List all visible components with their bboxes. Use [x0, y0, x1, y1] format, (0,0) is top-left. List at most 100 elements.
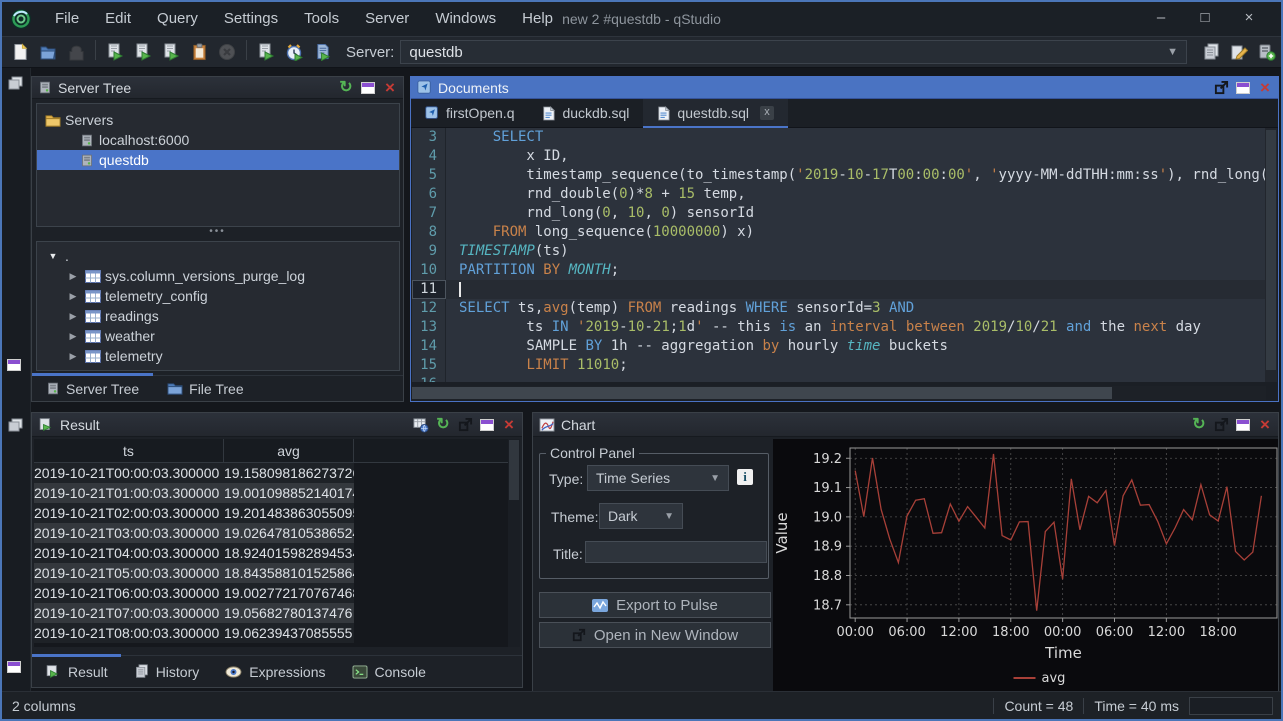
close-button[interactable]: × — [1227, 2, 1271, 34]
editor-line-5[interactable]: 5 timestamp_sequence(to_timestamp('2019-… — [412, 166, 1266, 185]
table-row[interactable]: 2019-10-21T00:00:03.30000019.15809818627… — [34, 463, 510, 483]
table-row[interactable]: 2019-10-21T05:00:03.30000018.84358810152… — [34, 563, 510, 583]
editor-line-4[interactable]: 4 x ID, — [412, 147, 1266, 166]
popout-panel-icon[interactable] — [1212, 80, 1230, 96]
editor-vertical-scrollbar[interactable] — [1265, 128, 1277, 382]
tree-node-table-readings[interactable]: ▶readings — [37, 306, 399, 326]
popout-panel-icon[interactable] — [1212, 417, 1230, 433]
maximize-button[interactable]: □ — [1183, 2, 1227, 34]
maximize-panel-icon[interactable] — [1234, 80, 1252, 96]
editor-line-11[interactable]: 11 — [412, 280, 1266, 299]
new-document-button[interactable] — [7, 40, 33, 64]
collapse-icon[interactable]: ▶ — [65, 271, 81, 282]
minimize-button[interactable]: – — [1139, 2, 1183, 34]
chart-type-select[interactable]: Time Series ▼ — [587, 465, 729, 491]
table-row[interactable]: 2019-10-21T07:00:03.30000019.05682780137… — [34, 603, 510, 623]
maximize-panel-icon[interactable] — [1234, 417, 1252, 433]
tree-node-table-telemetry[interactable]: ▶telemetry — [37, 346, 399, 366]
export-to-pulse-button[interactable]: Export to Pulse — [539, 592, 771, 618]
collapse-icon[interactable]: ▶ — [65, 351, 81, 362]
collapse-icon[interactable]: ▶ — [65, 331, 81, 342]
tab-console[interactable]: Console — [339, 656, 439, 687]
menu-help[interactable]: Help — [509, 10, 566, 27]
menu-settings[interactable]: Settings — [211, 10, 291, 27]
cancel-query-button[interactable] — [214, 40, 240, 64]
result-vertical-scrollbar[interactable] — [508, 439, 520, 647]
collapse-icon[interactable]: ▶ — [65, 291, 81, 302]
column-header-avg[interactable]: avg — [224, 439, 354, 462]
editor-line-8[interactable]: 8 FROM long_sequence(10000000) x) — [412, 223, 1266, 242]
close-panel-icon[interactable]: × — [1256, 417, 1274, 433]
menu-edit[interactable]: Edit — [92, 10, 144, 27]
table-row[interactable]: 2019-10-21T06:00:03.30000019.00277217076… — [34, 583, 510, 603]
tree-node-table-telemetry-config[interactable]: ▶telemetry_config — [37, 286, 399, 306]
execute-line-button[interactable] — [130, 40, 156, 64]
tab-history[interactable]: History — [121, 656, 213, 687]
table-row[interactable]: 2019-10-21T02:00:03.30000019.20148386305… — [34, 503, 510, 523]
info-icon[interactable]: i — [737, 469, 753, 485]
table-row[interactable]: 2019-10-21T08:00:03.30000019.06239437085… — [34, 623, 510, 643]
copy-documents-button[interactable] — [1198, 40, 1224, 64]
editor-line-13[interactable]: 13 ts IN '2019-10-21;1d' -- this is an i… — [412, 318, 1266, 337]
tab-result[interactable]: Result — [32, 656, 121, 687]
refresh-icon[interactable]: ↻ — [434, 417, 452, 433]
close-panel-icon[interactable]: × — [500, 417, 518, 433]
tree-node-schema-root[interactable]: ▼. — [37, 246, 399, 266]
tab-server-tree[interactable]: Server Tree — [32, 376, 153, 401]
column-header-ts[interactable]: ts — [34, 439, 224, 462]
refresh-icon[interactable]: ↻ — [1190, 417, 1208, 433]
editor-line-9[interactable]: 9TIMESTAMP(ts) — [412, 242, 1266, 261]
restore-panels-icon[interactable] — [7, 418, 25, 434]
tab-file-tree[interactable]: File Tree — [153, 376, 257, 401]
table-row[interactable]: 2019-10-21T03:00:03.30000019.02647810538… — [34, 523, 510, 543]
table-row[interactable]: 2019-10-21T04:00:03.30000018.92401598289… — [34, 543, 510, 563]
menu-windows[interactable]: Windows — [422, 10, 509, 27]
editor-line-3[interactable]: 3 SELECT — [412, 128, 1266, 147]
close-panel-icon[interactable]: × — [381, 80, 399, 96]
editor-line-10[interactable]: 10PARTITION BY MONTH; — [412, 261, 1266, 280]
popout-panel-icon[interactable] — [456, 417, 474, 433]
execute-query-button[interactable] — [102, 40, 128, 64]
menu-server[interactable]: Server — [352, 10, 422, 27]
server-combobox[interactable]: questdb ▼ — [400, 40, 1187, 64]
open-in-new-window-button[interactable]: Open in New Window — [539, 622, 771, 648]
menu-tools[interactable]: Tools — [291, 10, 352, 27]
tab-firstOpen-q[interactable]: firstOpen.q — [411, 99, 528, 127]
editor-horizontal-scrollbar[interactable] — [412, 386, 1266, 400]
splitter-handle[interactable]: ••• — [32, 227, 403, 241]
editor-line-15[interactable]: 15 LIMIT 11010; — [412, 356, 1266, 375]
code-editor[interactable]: 3 SELECT4 x ID,5 timestamp_sequence(to_t… — [412, 128, 1266, 382]
paste-query-button[interactable] — [186, 40, 212, 64]
maximize-panel-icon[interactable] — [359, 80, 377, 96]
tree-node-servers-root[interactable]: Servers — [37, 110, 399, 130]
table-row[interactable]: 2019-10-21T01:00:03.30000019.00109885214… — [34, 483, 510, 503]
tab-questdb-sql[interactable]: questdb.sqlx — [643, 99, 788, 127]
chart-title-input[interactable] — [585, 541, 767, 563]
editor-line-14[interactable]: 14 SAMPLE BY 1h -- aggregation by hourly… — [412, 337, 1266, 356]
export-grid-icon[interactable] — [412, 417, 430, 433]
send-query-button[interactable] — [253, 40, 279, 64]
execute-selection-button[interactable] — [158, 40, 184, 64]
save-file-button[interactable] — [63, 40, 89, 64]
close-panel-icon[interactable]: × — [1256, 80, 1274, 96]
expand-icon[interactable]: ▼ — [45, 251, 61, 261]
editor-line-16[interactable]: 16 — [412, 375, 1266, 382]
menu-query[interactable]: Query — [144, 10, 211, 27]
tree-node-server-questdb[interactable]: questdb — [37, 150, 399, 170]
restore-panels-icon[interactable] — [7, 76, 25, 92]
collapse-icon[interactable]: ▶ — [65, 311, 81, 322]
run-script-button[interactable] — [309, 40, 335, 64]
editor-line-12[interactable]: 12SELECT ts,avg(temp) FROM readings WHER… — [412, 299, 1266, 318]
edit-server-button[interactable] — [1226, 40, 1252, 64]
maximize-panel-icon[interactable] — [478, 417, 496, 433]
open-file-button[interactable] — [35, 40, 61, 64]
editor-line-6[interactable]: 6 rnd_double(0)*8 + 15 temp, — [412, 185, 1266, 204]
tree-node-server-localhost-6000[interactable]: localhost:6000 — [37, 130, 399, 150]
minimized-window-icon[interactable] — [7, 358, 21, 376]
tab-duckdb-sql[interactable]: duckdb.sql — [528, 99, 643, 127]
tree-node-table-sys-column-versions-purge-log[interactable]: ▶sys.column_versions_purge_log — [37, 266, 399, 286]
menu-file[interactable]: File — [42, 10, 92, 27]
tab-expressions[interactable]: Expressions — [212, 656, 338, 687]
minimized-window-icon[interactable] — [7, 660, 21, 678]
tree-node-table-weather[interactable]: ▶weather — [37, 326, 399, 346]
